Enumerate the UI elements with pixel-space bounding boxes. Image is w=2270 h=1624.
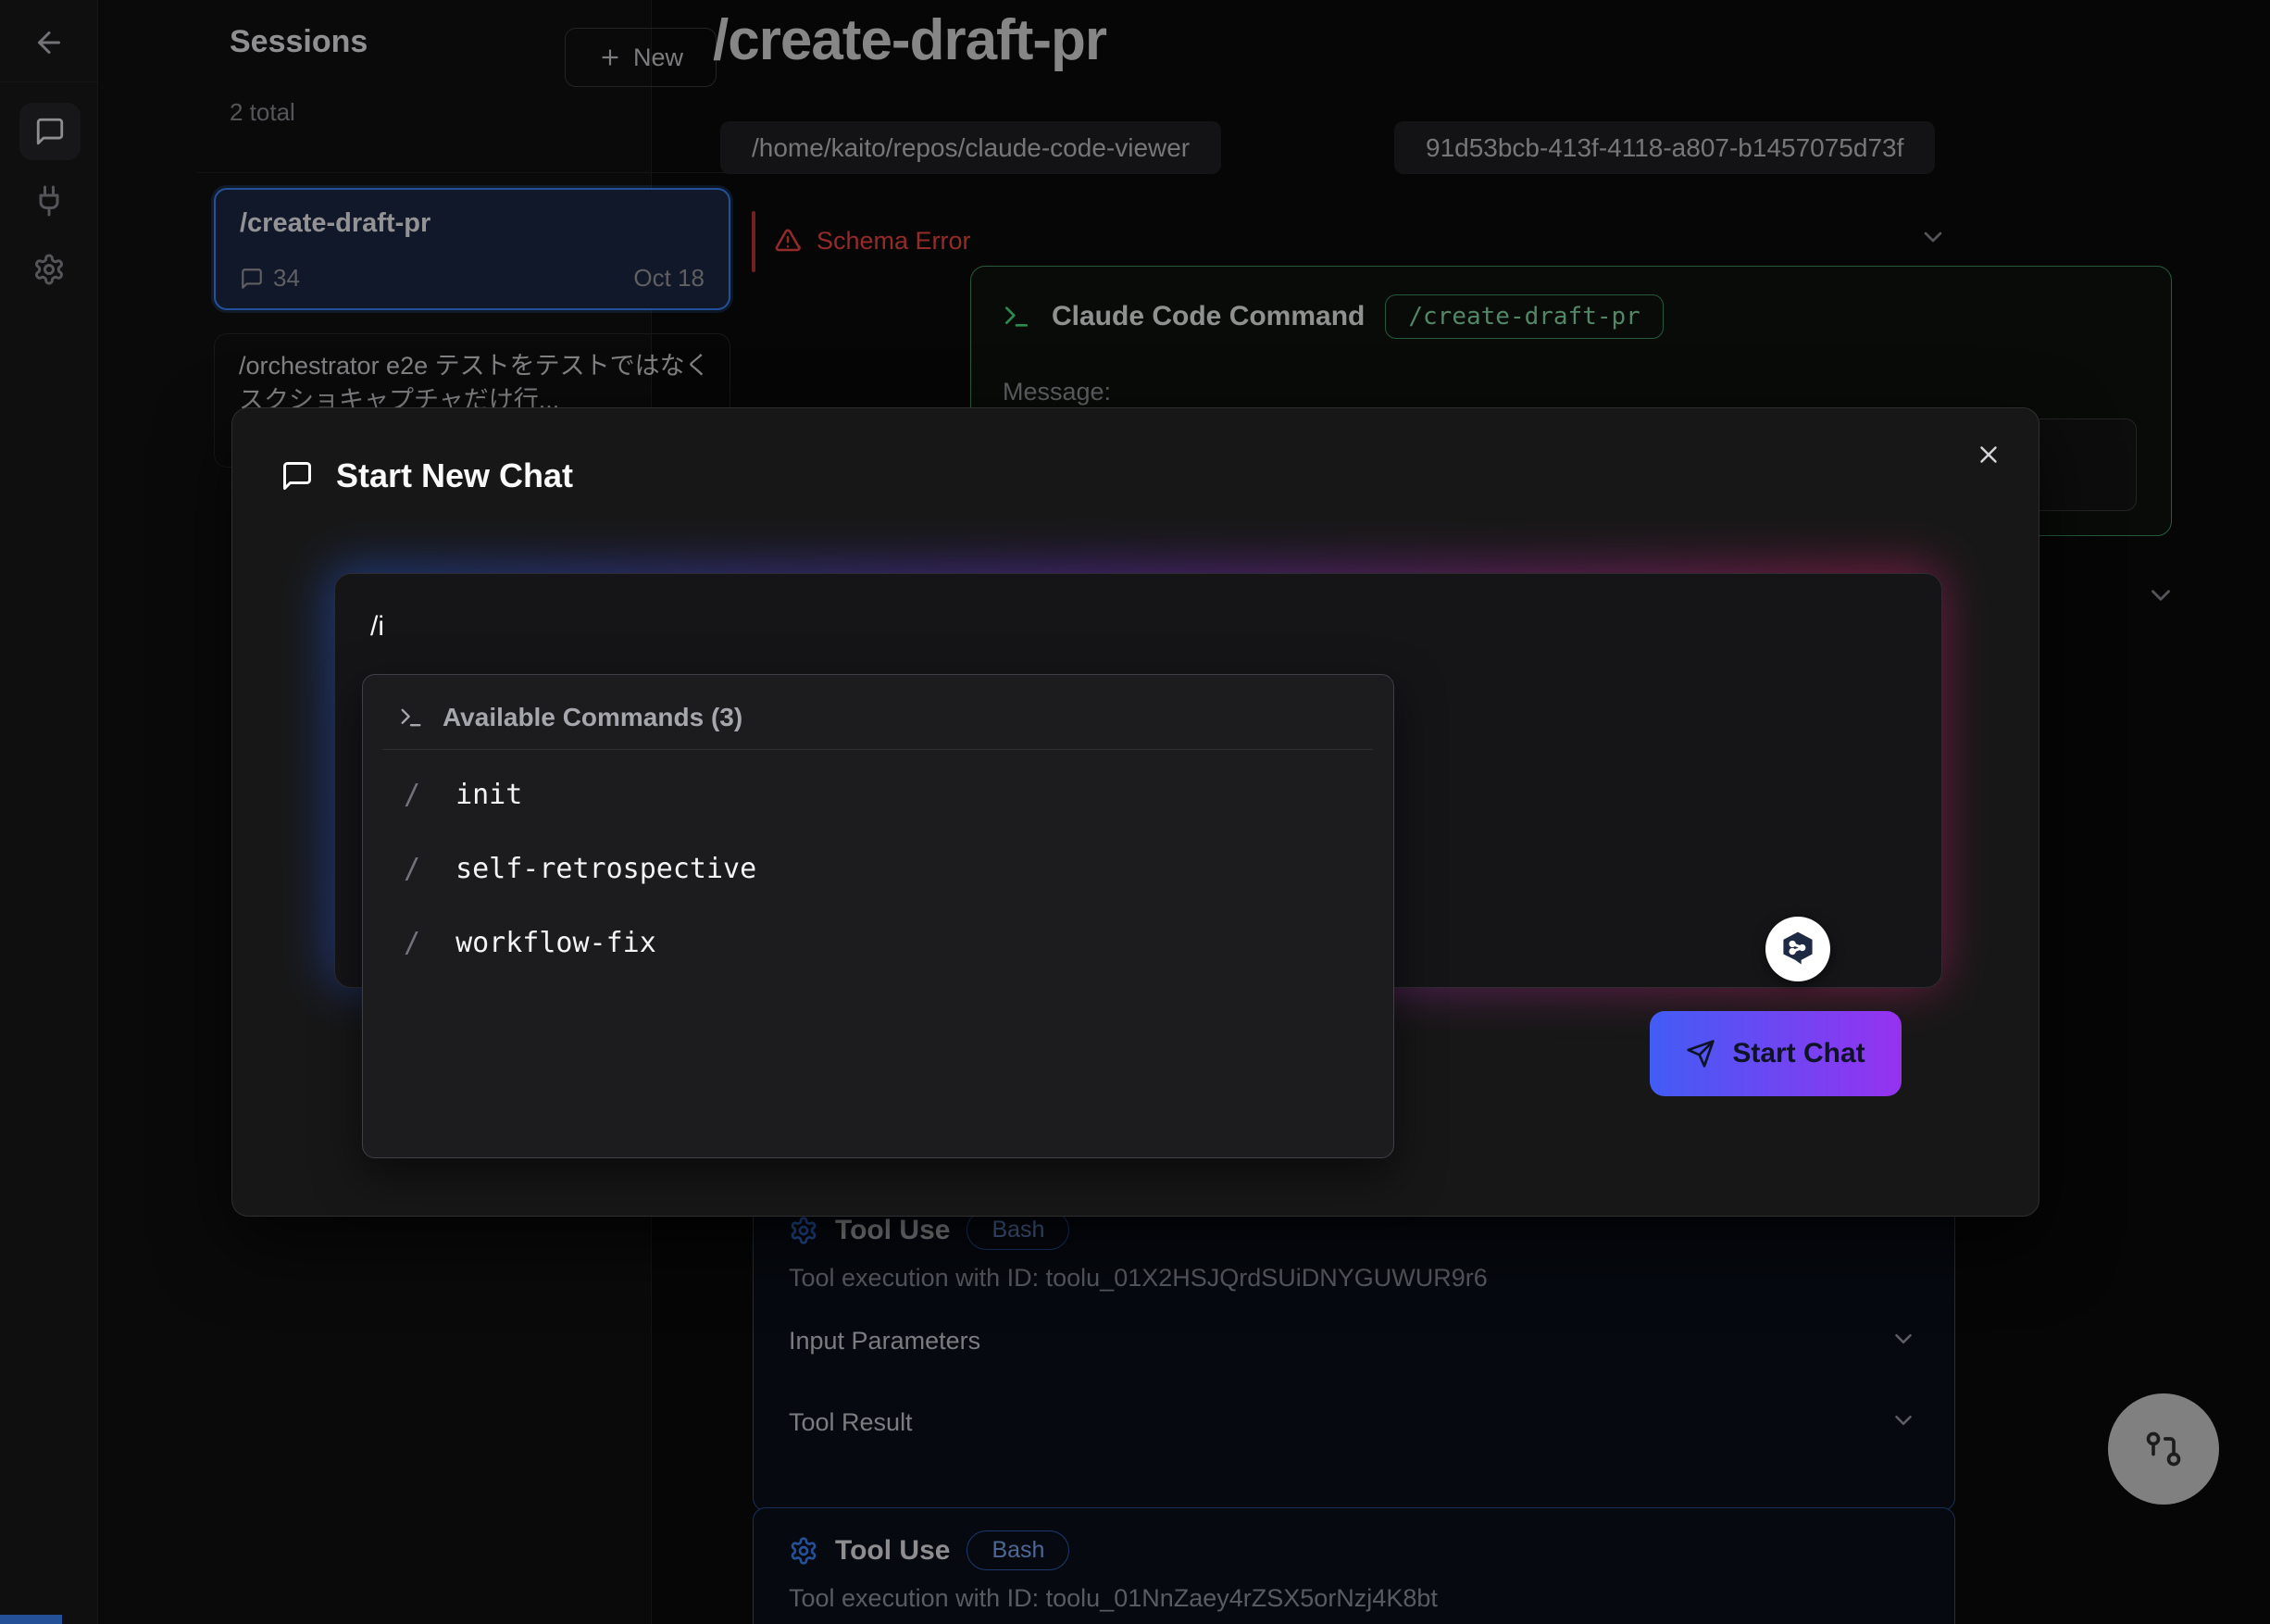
claude-logo-badge <box>1765 917 1830 981</box>
close-button[interactable] <box>1968 434 2009 475</box>
chat-logo-icon <box>1777 929 1818 969</box>
app: Sessions New 2 total /create-draft-pr 34… <box>0 0 2270 1624</box>
send-icon <box>1686 1039 1715 1068</box>
command-name: init <box>455 779 522 811</box>
command-option-init[interactable]: / init <box>383 768 1373 821</box>
modal-title: Start New Chat <box>336 456 573 495</box>
command-option-workflow-fix[interactable]: / workflow-fix <box>383 916 1373 969</box>
command-name: workflow-fix <box>455 927 656 959</box>
terminal-icon <box>398 705 424 731</box>
autocomplete-header: Available Commands (3) <box>398 703 742 732</box>
close-icon <box>1975 441 2002 468</box>
start-new-chat-modal: Start New Chat /i <box>231 407 2039 1217</box>
start-chat-button[interactable]: Start Chat <box>1650 1011 1902 1096</box>
start-chat-label: Start Chat <box>1732 1038 1865 1069</box>
chat-input-value: /i <box>370 611 384 643</box>
command-prefix: / <box>404 927 420 959</box>
command-prefix: / <box>404 853 420 885</box>
chat-bubble-icon <box>281 459 314 493</box>
command-name: self-retrospective <box>455 853 756 885</box>
command-autocomplete: Available Commands (3) / init / self-ret… <box>362 674 1394 1158</box>
autocomplete-divider <box>383 749 1373 750</box>
modal-header: Start New Chat <box>281 456 573 495</box>
command-prefix: / <box>404 779 420 811</box>
autocomplete-header-label: Available Commands (3) <box>443 703 742 732</box>
command-option-self-retrospective[interactable]: / self-retrospective <box>383 842 1373 895</box>
